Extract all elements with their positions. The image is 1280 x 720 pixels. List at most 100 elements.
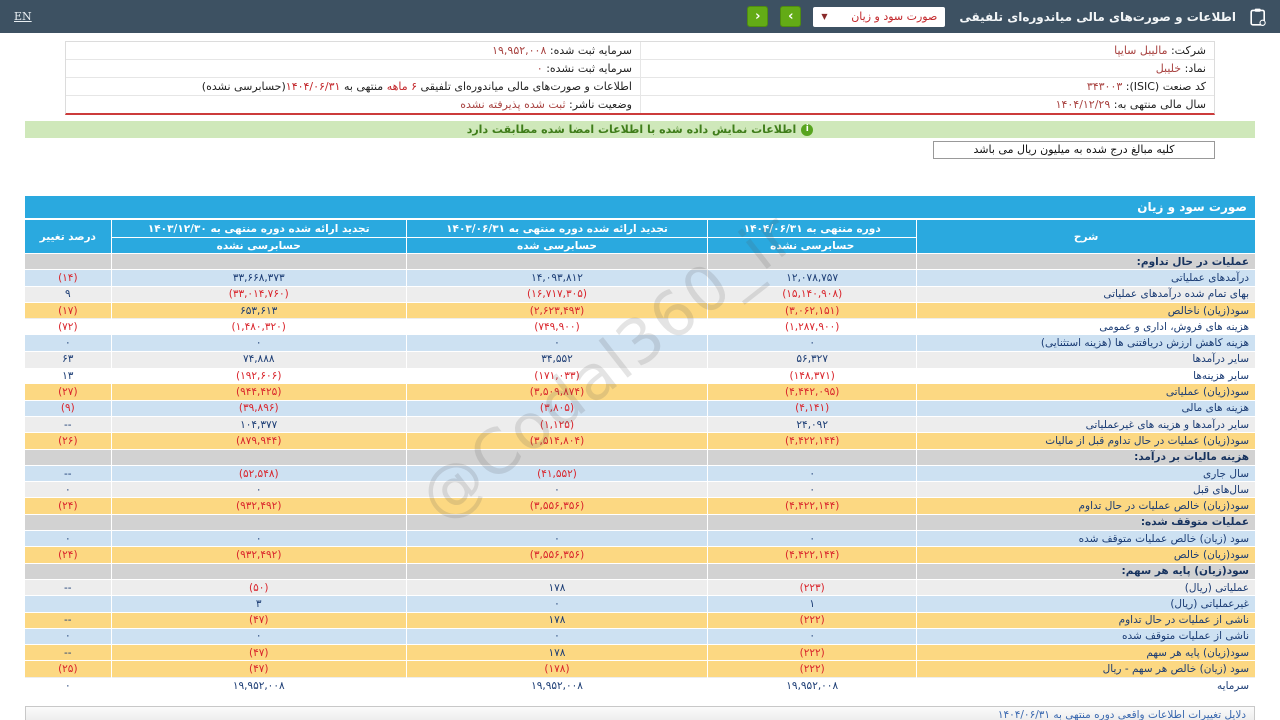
pct-cell: -- <box>25 464 112 482</box>
column-header-pct: درصد تغییر <box>25 220 112 254</box>
value-cell: (۳۹,۸۹۶) <box>111 399 407 417</box>
changes-reasons-label: دلایل تغییرات اطلاعات واقعی دوره منتهی ب… <box>997 708 1246 720</box>
section-row: هزینه مالیات بر درآمد: <box>25 448 1255 466</box>
english-language-link[interactable]: EN <box>14 10 32 23</box>
column-label: تجدید ارائه شده دوره منتهی به ۱۴۰۳/۰۶/۳۱ <box>446 222 668 235</box>
section-row: عملیات متوقف شده: <box>25 513 1255 531</box>
clipboard-icon <box>1250 8 1266 26</box>
value-cell: ۰ <box>406 627 709 645</box>
value-cell: (۳,۰۶۲,۱۵۱) <box>707 301 918 319</box>
value-cell <box>406 252 709 270</box>
value-cell: (۹۴۴,۴۲۵) <box>111 383 407 401</box>
signed-match-banner: i اطلاعات نمایش داده شده با اطلاعات امضا… <box>25 121 1255 138</box>
value-cell: (۴۷) <box>111 660 407 678</box>
section-row: عملیات در حال تداوم: <box>25 252 1255 270</box>
info-text-part: (حسابرسی نشده) <box>201 80 286 93</box>
info-label: شرکت: <box>1170 44 1206 57</box>
signed-match-text: اطلاعات نمایش داده شده با اطلاعات امضا ش… <box>466 123 797 136</box>
table-row: هزینه های مالی (۴,۱۴۱) (۳,۸۰۵) (۳۹,۸۹۶) (۹) <box>25 399 1255 417</box>
info-value: ۱۴۰۴/۱۲/۲۹ <box>1055 98 1111 111</box>
info-text-part: ۱۴۰۴/۰۶/۳۱ <box>285 80 341 93</box>
value-cell: (۱,۴۸۰,۳۲۰) <box>111 318 407 335</box>
table-body: عملیات در حال تداوم: درآمدهای عملیاتی ۱۲,۰… <box>25 252 1255 694</box>
pct-cell: ۰ <box>25 530 112 547</box>
value-cell: (۳۳,۰۱۴,۷۶۰) <box>111 285 407 303</box>
table-header: شرح دوره منتهی به ۱۴۰۴/۰۶/۳۱ حسابرسی نشده ت… <box>25 220 1255 254</box>
value-cell: ۰ <box>707 481 918 498</box>
info-label: وضعیت ناشر: <box>569 98 632 111</box>
table-row: سایر درآمدها ۵۶,۳۲۷ ۳۴,۵۵۲ ۷۴,۸۸۸ ۶۳ <box>25 350 1255 368</box>
topbar: اطلاعات و صورت‌های مالی میاندوره‌ای تلفی… <box>0 0 1280 33</box>
next-statement-button[interactable]: › <box>780 6 802 27</box>
value-cell: ۰ <box>406 334 709 352</box>
desc-cell: عملیات متوقف شده: <box>916 513 1255 531</box>
value-cell <box>111 252 407 270</box>
value-cell: ۱۰۴,۳۷۷ <box>111 415 407 433</box>
page-title: اطلاعات و صورت‌های مالی میاندوره‌ای تلفی… <box>959 9 1236 24</box>
value-cell: (۳,۵۰۹,۸۷۴) <box>406 383 709 401</box>
statement-type-select[interactable]: صورت سود و زیان ▼ <box>813 6 946 27</box>
value-cell: (۳,۵۱۴,۸۰۴) <box>406 432 709 450</box>
table-row: سایر درآمدها و هزینه های غیرعملیاتی ۲۴,۰۹… <box>25 415 1255 433</box>
desc-cell: سود (زیان) خالص هر سهم - ریال <box>916 660 1255 678</box>
value-cell: (۲۲۲) <box>707 644 918 661</box>
value-cell: (۲۲۲) <box>707 611 918 629</box>
value-cell <box>111 562 407 580</box>
chevron-down-icon: ▼ <box>821 12 828 21</box>
value-cell <box>406 562 709 580</box>
info-label: سال مالی منتهی به: <box>1113 98 1206 111</box>
desc-cell: سود(زیان) عملیاتی <box>916 383 1255 401</box>
pct-cell: (۱۷) <box>25 301 112 319</box>
value-cell: ۰ <box>406 530 709 547</box>
income-statement-table: شرح دوره منتهی به ۱۴۰۴/۰۶/۳۱ حسابرسی نشده ت… <box>25 220 1255 694</box>
column-header-c3: تجدید ارائه شده دوره منتهی به ۱۴۰۳/۱۲/۳۰… <box>111 220 407 254</box>
info-row: نماد: خلیبل سرمایه ثبت نشده: ۰ <box>66 59 1214 77</box>
value-cell: ۰ <box>707 627 918 645</box>
desc-cell: غیرعملیاتی (ریال) <box>916 595 1255 613</box>
info-cell: اطلاعات و صورت‌های مالی میاندوره‌ای تلفی… <box>66 78 640 95</box>
info-cell: کد صنعت (ISIC): ۳۴۳۰۰۳ <box>640 78 1214 95</box>
table-row: سال جاری ۰ (۴۱,۵۵۲) (۵۲,۵۴۸) -- <box>25 464 1255 482</box>
value-cell: (۹۳۲,۴۹۲) <box>111 497 407 515</box>
table-row: غیرعملیاتی (ریال) ۱ ۰ ۳ <box>25 595 1255 613</box>
table-row: سال‌های قبل ۰ ۰ ۰ ۰ <box>25 481 1255 498</box>
info-cell: سرمایه ثبت شده: ۱۹,۹۵۲,۰۰۸ <box>66 42 640 59</box>
pct-cell: (۲۴) <box>25 497 112 515</box>
statement-type-value: صورت سود و زیان <box>851 10 938 23</box>
pct-cell: ۰ <box>25 676 112 694</box>
pct-cell: -- <box>25 578 112 596</box>
info-row: سال مالی منتهی به: ۱۴۰۴/۱۲/۲۹ وضعیت ناشر:… <box>66 95 1214 113</box>
desc-cell: سایر درآمدها <box>916 350 1255 368</box>
column-sublabel: حسابرسی نشده <box>708 237 917 253</box>
info-cell: سرمایه ثبت نشده: ۰ <box>66 60 640 77</box>
info-label: کد صنعت (ISIC): <box>1125 80 1206 93</box>
value-cell: (۹۳۲,۴۹۲) <box>111 546 407 564</box>
value-cell: (۵۲,۵۴۸) <box>111 464 407 482</box>
pct-cell <box>25 562 112 580</box>
value-cell: ۳ <box>111 595 407 613</box>
info-row: شرکت: مالیبل سایپا سرمایه ثبت شده: ۱۹,۹۵۲… <box>66 42 1214 59</box>
value-cell: ۱۷۸ <box>406 578 709 596</box>
info-value: مالیبل سایپا <box>1114 44 1168 57</box>
table-row: درآمدهای عملیاتی ۱۲,۰۷۸,۷۵۷ ۱۴,۰۹۳,۸۱۲ ۳۳,۶… <box>25 269 1255 287</box>
info-row: کد صنعت (ISIC): ۳۴۳۰۰۳ اطلاعات و صورت‌های… <box>66 77 1214 95</box>
table-row: سایر هزینه‌ها (۱۴۸,۳۷۱) (۱۷۱,۰۳۳) (۱۹۲,۶۰۶)… <box>25 367 1255 384</box>
pct-cell <box>25 513 112 531</box>
prev-statement-button[interactable]: ‹ <box>747 6 769 27</box>
desc-cell: سود(زیان) خالص <box>916 546 1255 564</box>
column-label: دوره منتهی به ۱۴۰۴/۰۶/۳۱ <box>743 222 881 235</box>
value-cell <box>707 513 918 531</box>
value-cell: (۳,۸۰۵) <box>406 399 709 417</box>
value-cell: ۰ <box>406 481 709 498</box>
value-cell: ۳۴,۵۵۲ <box>406 350 709 368</box>
section-row: سود(زیان) پایه هر سهم: <box>25 562 1255 580</box>
value-cell: (۴,۴۲۲,۱۴۴) <box>707 432 918 450</box>
value-cell: ۰ <box>707 334 918 352</box>
info-cell: وضعیت ناشر: ثبت شده پذیرفته نشده <box>66 96 640 113</box>
value-cell <box>111 448 407 466</box>
value-cell <box>707 448 918 466</box>
table-row: بهای تمام شده درآمدهای عملیاتی (۱۵,۱۴۰,۹۰… <box>25 285 1255 303</box>
changes-reasons-accordion[interactable]: دلایل تغییرات اطلاعات واقعی دوره منتهی ب… <box>25 705 1255 720</box>
value-cell: ۰ <box>111 481 407 498</box>
desc-cell: سود(زیان) خالص عملیات در حال تداوم <box>916 497 1255 515</box>
